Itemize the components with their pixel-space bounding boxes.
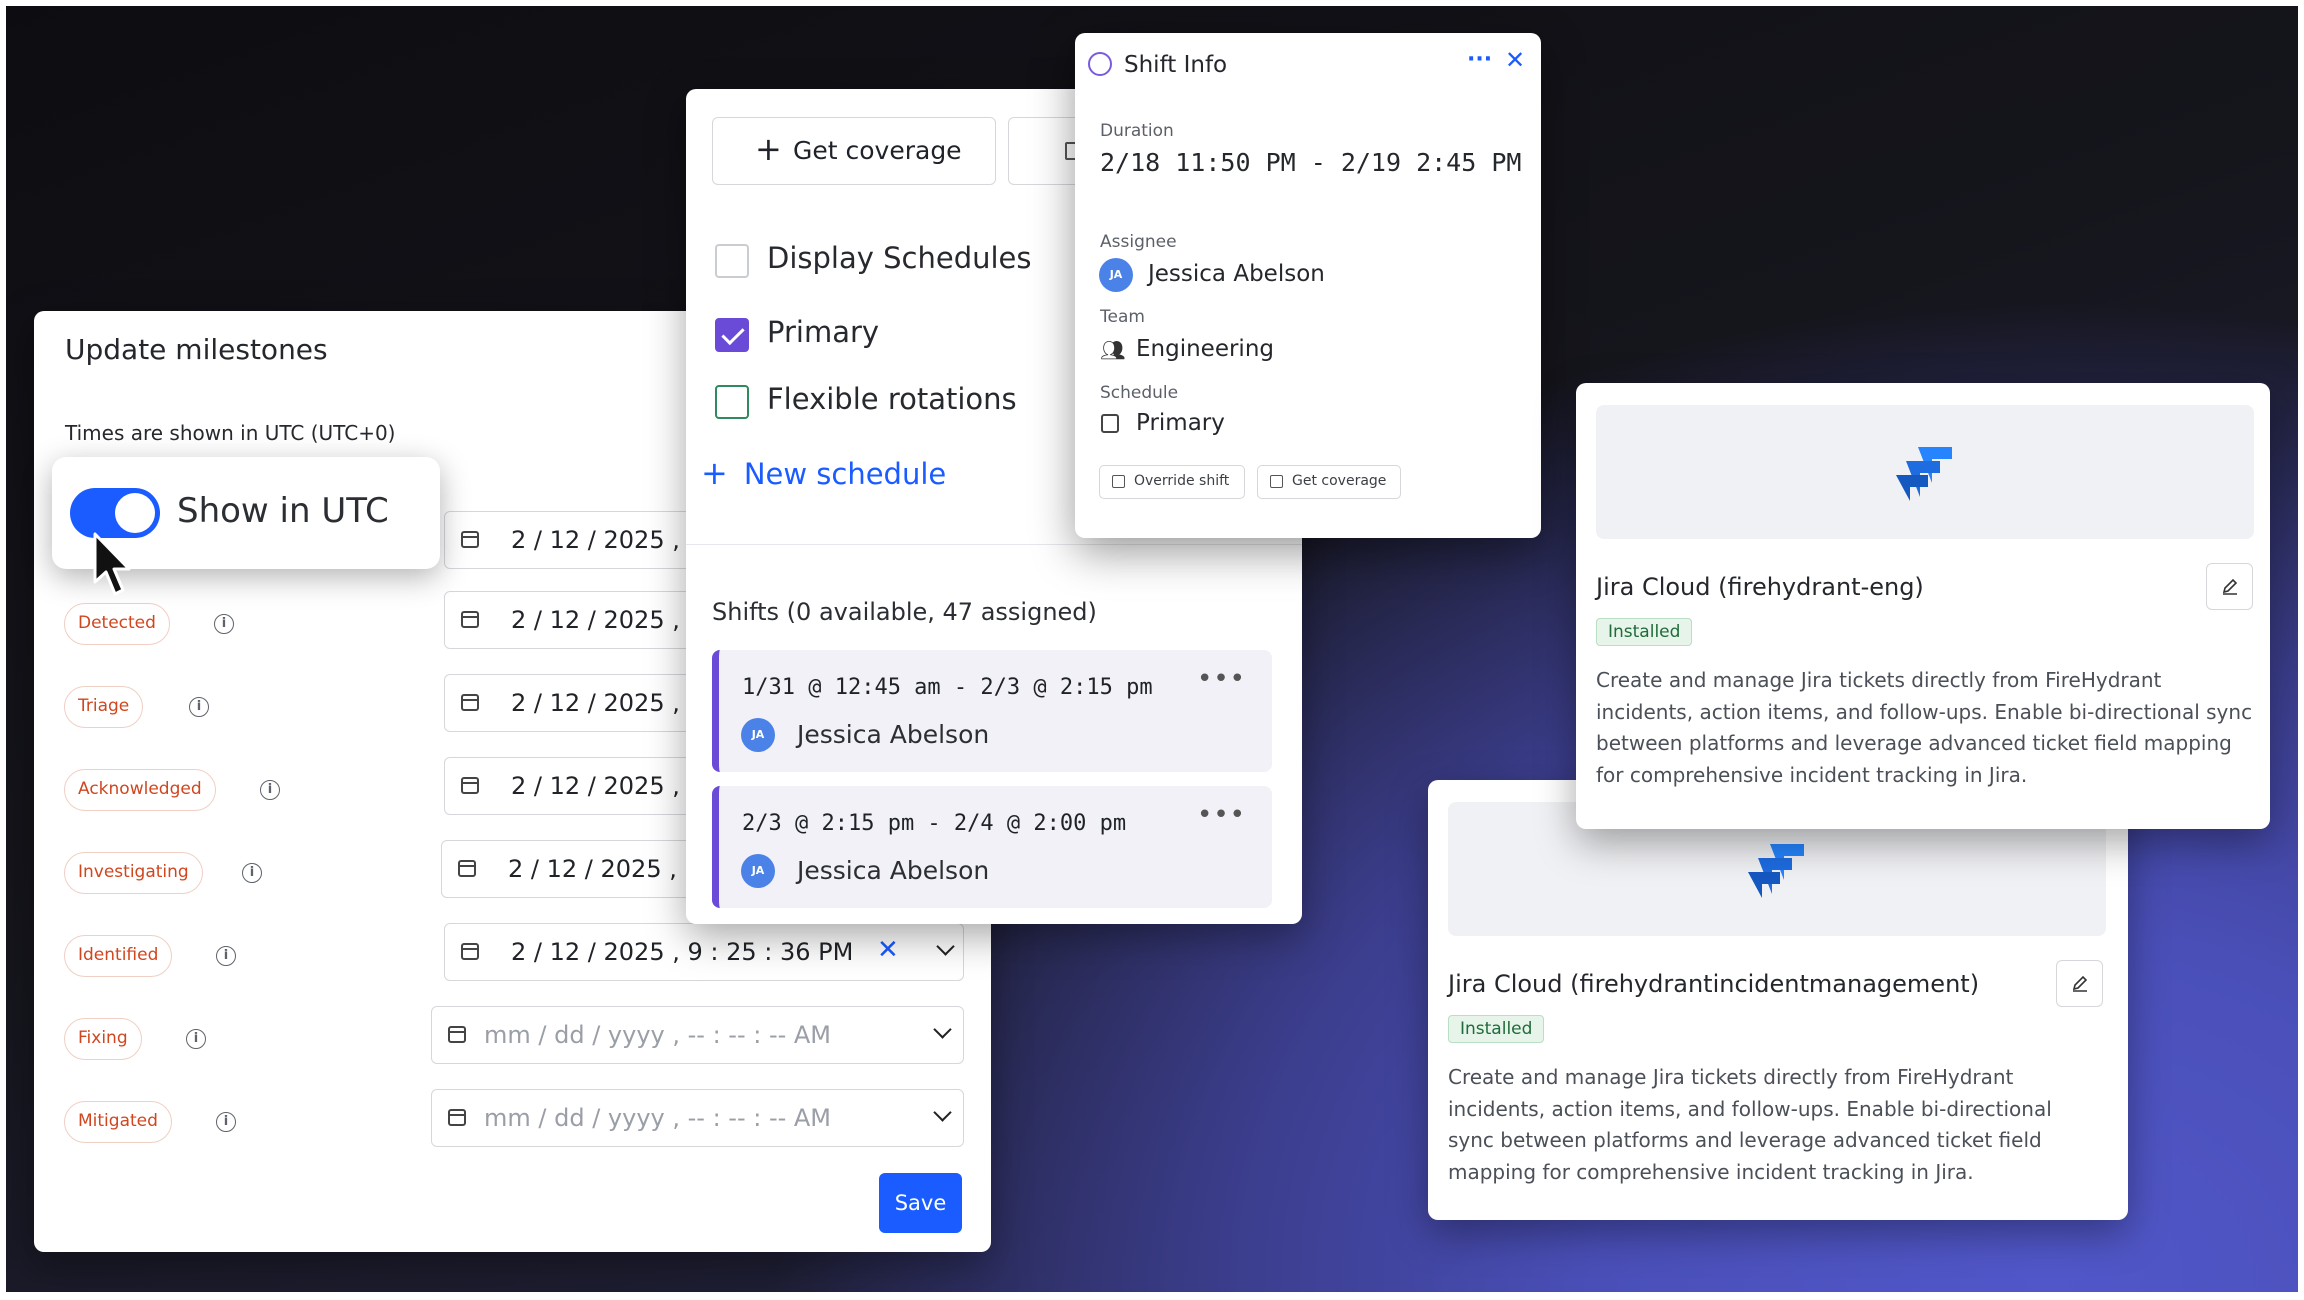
- integration-name: Jira Cloud (firehydrant-eng): [1596, 573, 1924, 601]
- schedule-name: Primary: [1136, 410, 1225, 436]
- divider: [686, 544, 1302, 545]
- info-icon[interactable]: i: [216, 1112, 236, 1132]
- status-badge: Installed: [1596, 618, 1693, 646]
- info-icon[interactable]: i: [216, 946, 236, 966]
- pencil-icon: [2222, 578, 2238, 595]
- integration-card: Jira Cloud (firehydrantincidentmanagemen…: [1428, 780, 2128, 1220]
- users-icon: 👥︎: [1100, 338, 1126, 362]
- calendar-icon: [1112, 475, 1125, 488]
- get-coverage-button[interactable]: + Get coverage: [712, 117, 996, 185]
- pencil-icon: [2072, 975, 2088, 992]
- integration-card: Jira Cloud (firehydrant-eng) Installed C…: [1576, 383, 2270, 829]
- status-circle-icon: [1088, 52, 1112, 76]
- plus-icon: +: [701, 454, 728, 492]
- milestone-chip: Fixing: [64, 1018, 142, 1060]
- avatar: JA: [741, 854, 775, 888]
- jira-logo-icon: [1748, 844, 1804, 898]
- datetime-field[interactable]: 2 / 12 / 2025 , 9 : 25 : 36 PM ✕: [444, 923, 964, 981]
- new-schedule-link[interactable]: + New schedule: [701, 454, 946, 492]
- dialog-title: Update milestones: [65, 333, 328, 366]
- milestone-chip: Investigating: [64, 852, 203, 894]
- team-name: Engineering: [1136, 336, 1274, 362]
- shift-duration: 2/18 11:50 PM - 2/19 2:45 PM: [1100, 148, 1522, 177]
- assignee-name: Jessica Abelson: [1148, 261, 1325, 287]
- popover-title: Shift Info: [1124, 52, 1228, 78]
- info-icon[interactable]: i: [214, 614, 234, 634]
- clear-icon[interactable]: ✕: [877, 935, 899, 965]
- edit-button[interactable]: [2056, 960, 2103, 1007]
- info-icon[interactable]: i: [186, 1029, 206, 1049]
- shift-item[interactable]: 1/31 @ 12:45 am - 2/3 @ 2:15 pm ••• JA J…: [712, 650, 1272, 772]
- calendar-icon: [1101, 414, 1119, 433]
- toggle-label: Show in UTC: [177, 491, 389, 531]
- shifts-heading: Shifts (0 available, 47 assigned): [712, 598, 1097, 626]
- integration-description: Create and manage Jira tickets directly …: [1596, 668, 2253, 787]
- primary-checkbox[interactable]: [715, 318, 749, 352]
- milestone-row-mitigated: Mitigated i mm / dd / yyyy , -- : -- : -…: [64, 1089, 994, 1147]
- calendar-icon: [458, 860, 476, 877]
- milestone-chip: Identified: [64, 935, 173, 977]
- datetime-field[interactable]: mm / dd / yyyy , -- : -- : -- AM: [431, 1089, 964, 1147]
- calendar-icon: [461, 943, 479, 960]
- status-badge: Installed: [1448, 1015, 1545, 1043]
- calendar-icon: [448, 1109, 466, 1126]
- integration-name: Jira Cloud (firehydrantincidentmanagemen…: [1448, 970, 1980, 998]
- milestone-chip: Detected: [64, 603, 170, 645]
- info-icon[interactable]: i: [260, 780, 280, 800]
- timezone-note: Times are shown in UTC (UTC+0): [65, 421, 396, 445]
- display-schedules-checkbox[interactable]: [715, 244, 749, 278]
- shift-info-popover: Shift Info ··· ✕ Duration 2/18 11:50 PM …: [1075, 33, 1541, 538]
- info-icon[interactable]: i: [242, 863, 262, 883]
- calendar-icon: [461, 531, 479, 548]
- more-icon[interactable]: ···: [1467, 47, 1492, 72]
- info-icon[interactable]: i: [189, 697, 209, 717]
- avatar: JA: [741, 718, 775, 752]
- datetime-field[interactable]: mm / dd / yyyy , -- : -- : -- AM: [431, 1006, 964, 1064]
- flexible-rotations-checkbox[interactable]: [715, 385, 749, 419]
- integration-banner: [1596, 405, 2254, 539]
- get-coverage-button[interactable]: Get coverage: [1257, 465, 1401, 499]
- show-in-utc-toggle[interactable]: [70, 488, 160, 538]
- chevron-down-icon[interactable]: [933, 1020, 952, 1039]
- chevron-down-icon[interactable]: [936, 937, 955, 956]
- calendar-icon: [448, 1026, 466, 1043]
- jira-logo-icon: [1896, 447, 1952, 501]
- milestone-chip: Acknowledged: [64, 769, 216, 811]
- chevron-down-icon[interactable]: [933, 1103, 952, 1122]
- calendar-icon: [461, 694, 479, 711]
- milestone-row-fixing: Fixing i mm / dd / yyyy , -- : -- : -- A…: [64, 1006, 994, 1064]
- calendar-icon: [1270, 475, 1283, 488]
- milestone-row-identified: Identified i 2 / 12 / 2025 , 9 : 25 : 36…: [64, 923, 994, 981]
- milestone-chip: Triage: [64, 686, 144, 728]
- shift-item[interactable]: 2/3 @ 2:15 pm - 2/4 @ 2:00 pm ••• JA Jes…: [712, 786, 1272, 908]
- close-icon[interactable]: ✕: [1505, 46, 1525, 74]
- calendar-icon: [461, 611, 479, 628]
- more-icon[interactable]: •••: [1197, 800, 1246, 830]
- integration-description: Create and manage Jira tickets directly …: [1448, 1065, 2052, 1184]
- edit-button[interactable]: [2206, 563, 2253, 610]
- avatar: JA: [1099, 258, 1133, 292]
- more-icon[interactable]: •••: [1197, 664, 1246, 694]
- override-shift-button[interactable]: Override shift: [1099, 465, 1245, 499]
- milestone-chip: Mitigated: [64, 1101, 172, 1143]
- plus-icon: +: [755, 130, 782, 168]
- mouse-pointer-icon: [93, 532, 131, 596]
- calendar-icon: [461, 777, 479, 794]
- save-button[interactable]: Save: [879, 1173, 962, 1233]
